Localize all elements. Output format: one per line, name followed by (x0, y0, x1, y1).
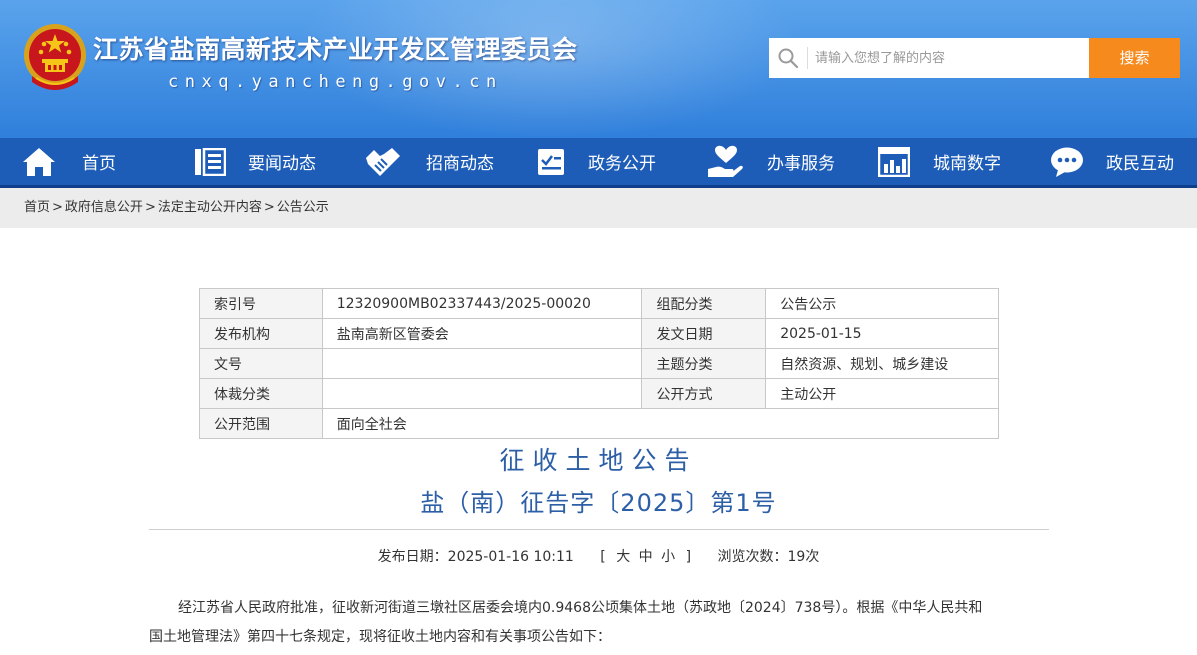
meta-key-disclosure: 公开方式 (641, 378, 767, 409)
table-row: 发布机构 盐南高新区管委会 发文日期 2025-01-15 (199, 318, 999, 349)
meta-value-issue-date: 2025-01-15 (765, 318, 999, 349)
nav-item-news[interactable]: 要闻动态 (194, 138, 316, 185)
meta-key-publisher: 发布机构 (199, 318, 323, 349)
meta-key-index: 索引号 (199, 288, 323, 319)
font-size-medium[interactable]: 中 (639, 546, 653, 566)
national-emblem-icon (24, 24, 86, 90)
nav-label: 办事服务 (767, 154, 835, 174)
nav-item-investment[interactable]: 招商动态 (364, 138, 494, 185)
breadcrumb-separator: > (263, 200, 275, 215)
table-row: 公开范围 面向全社会 (199, 408, 1000, 439)
nav-item-gov-affairs[interactable]: 政务公开 (537, 138, 656, 185)
meta-value-topic: 自然资源、规划、城乡建设 (765, 348, 999, 379)
search-input[interactable] (815, 38, 1080, 78)
article-subtitle: 盐（南）征告字〔2025〕第1号 (420, 489, 777, 517)
doc-check-icon (538, 148, 564, 175)
meta-key-category: 组配分类 (641, 288, 767, 319)
meta-key-doc-number: 文号 (199, 348, 323, 379)
table-row: 体裁分类 公开方式 主动公开 (199, 378, 999, 409)
site-domain: cnxq.yancheng.gov.cn (168, 72, 503, 92)
nav-item-home[interactable]: 首页 (22, 138, 116, 185)
font-size-bracket: [ (600, 549, 606, 565)
nav-label: 政民互动 (1106, 154, 1174, 174)
hand-heart-icon (708, 145, 743, 177)
digital-screen-icon (878, 146, 910, 177)
handshake-icon (366, 147, 400, 176)
nav-item-interaction[interactable]: 政民互动 (1050, 138, 1174, 185)
site-header: 江苏省盐南高新技术产业开发区管理委员会 cnxq.yancheng.gov.cn… (0, 0, 1197, 138)
view-count: 浏览次数：19次 (717, 549, 820, 565)
chat-icon (1051, 147, 1083, 177)
article-title: 征收土地公告 (499, 446, 698, 475)
nav-label: 首页 (82, 154, 116, 174)
font-size-large[interactable]: 大 (616, 546, 630, 566)
font-size-small[interactable]: 小 (661, 546, 675, 566)
breadcrumb: 首页 > 政府信息公开 > 法定主动公开内容 > 公告公示 (0, 188, 1197, 228)
meta-value-genre (321, 378, 643, 409)
header-glow (300, 0, 800, 138)
meta-key-topic: 主题分类 (641, 348, 767, 379)
meta-key-scope: 公开范围 (199, 408, 323, 439)
search-button[interactable]: 搜索 (1089, 38, 1180, 78)
font-size-switcher: [ 大 中 小 ] (600, 546, 691, 566)
publish-date: 发布日期：2025-01-16 10:11 (377, 549, 574, 565)
search-bar: 搜索 (769, 38, 1180, 78)
meta-value-disclosure: 主动公开 (765, 378, 999, 409)
meta-value-index: 12320900MB02337443/2025-00020 (321, 288, 643, 319)
nav-label: 城南数字 (933, 154, 1001, 174)
search-box (769, 38, 1089, 78)
meta-value-publisher: 盐南高新区管委会 (321, 318, 643, 349)
breadcrumb-separator: > (52, 200, 63, 215)
divider (149, 529, 1049, 530)
nav-label: 招商动态 (426, 154, 494, 174)
breadcrumb-home[interactable]: 首页 (24, 200, 50, 215)
metadata-table: 索引号 12320900MB02337443/2025-00020 组配分类 公… (199, 288, 1000, 439)
news-icon (195, 147, 226, 176)
nav-item-services[interactable]: 办事服务 (707, 138, 835, 185)
main-nav: 首页 要闻动态 招商动态 政务公开 办事服务 城南数字 政民互动 (0, 138, 1197, 188)
breadcrumb-separator: > (144, 200, 156, 215)
meta-key-issue-date: 发文日期 (641, 318, 767, 349)
publish-info: 发布日期：2025-01-16 10:11 [ 大 中 小 ] 浏览次数：19次 (0, 546, 1197, 566)
meta-value-category: 公告公示 (765, 288, 999, 319)
nav-label: 政务公开 (588, 154, 656, 174)
site-title: 江苏省盐南高新技术产业开发区管理委员会 (93, 35, 578, 64)
breadcrumb-notices[interactable]: 公告公示 (277, 200, 329, 215)
breadcrumb-statutory[interactable]: 法定主动公开内容 (158, 200, 262, 215)
breadcrumb-gov-info[interactable]: 政府信息公开 (65, 200, 143, 215)
table-row: 文号 主题分类 自然资源、规划、城乡建设 (199, 348, 999, 379)
meta-value-scope: 面向全社会 (321, 408, 1000, 439)
search-divider (807, 47, 808, 69)
nav-label: 要闻动态 (248, 154, 316, 174)
nav-item-digital[interactable]: 城南数字 (878, 138, 1001, 185)
font-size-bracket: ] (685, 549, 692, 565)
article-body: 经江苏省人民政府批准，征收新河街道三墩社区居委会境内0.9468公顷集体土地（苏… (149, 594, 1054, 652)
body-paragraph-line: 经江苏省人民政府批准，征收新河街道三墩社区居委会境内0.9468公顷集体土地（苏… (178, 600, 983, 616)
meta-value-doc-number (321, 348, 643, 379)
body-paragraph-line: 国土地管理法》第四十七条规定，现将征收土地内容和有关事项公告如下： (149, 629, 611, 645)
table-row: 索引号 12320900MB02337443/2025-00020 组配分类 公… (199, 288, 999, 319)
meta-key-genre: 体裁分类 (199, 378, 323, 409)
search-icon (778, 48, 799, 69)
home-icon (23, 147, 55, 176)
